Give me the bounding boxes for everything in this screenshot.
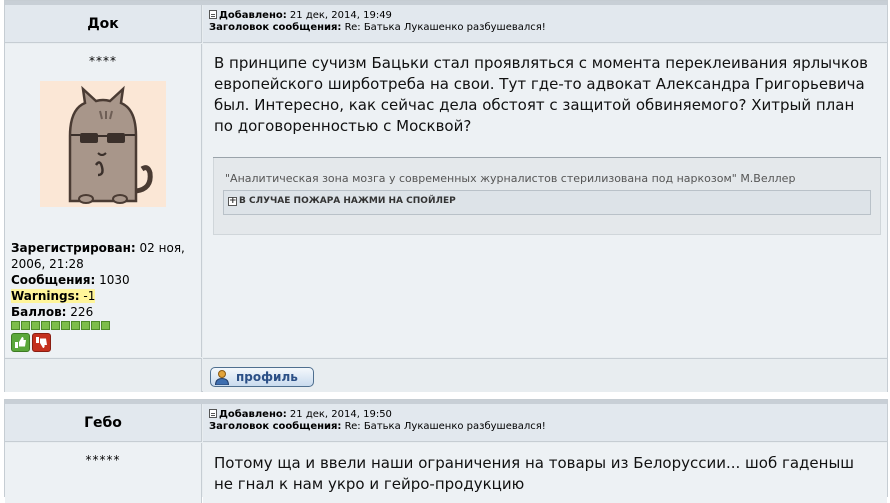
points-value: 226 [70,305,94,319]
subject-label: Заголовок сообщения: [209,421,342,432]
signature-quote: "Аналитическая зона мозга у современных … [225,172,796,185]
registered-label: Зарегистрирован: [11,241,136,255]
rating-pip [41,321,50,330]
warnings-row: Warnings: -1 [11,288,199,304]
author-name[interactable]: Гебо [84,415,122,431]
rating-pip [81,321,90,330]
author-info: Зарегистрирован: 02 ноя, 2006, 21:28 Соо… [11,240,199,352]
warnings-value: -1 [83,289,96,303]
spoiler-label: В СЛУЧАЕ ПОЖАРА НАЖМИ НА СПОЙЛЕР [239,196,456,206]
subject-label: Заголовок сообщения: [209,22,342,33]
post-author[interactable]: Док [5,5,202,43]
document-icon[interactable] [209,10,217,19]
rating-pip [71,321,80,330]
author-profile-panel: **** Зарегистрирован: 02 ноя, 2006, 21:2… [5,44,202,357]
messages-label: Сообщения: [11,273,96,287]
post-body: Потому ща и ввели наши ограничения на то… [214,454,855,493]
post-body: В принципе сучизм Бацьки стал проявлятьс… [214,54,869,135]
thumbs-down-icon[interactable] [32,333,51,352]
rating-pip [11,321,20,330]
post-meta: Добавлено: 21 дек, 2014, 19:49 Заголовок… [203,5,887,43]
rating-pip [21,321,30,330]
signature: "Аналитическая зона мозга у современных … [213,158,881,235]
thumbs-up-icon[interactable] [11,333,30,352]
rating-pip [51,321,60,330]
post-date-line: Добавлено: 21 дек, 2014, 19:50 [209,409,887,421]
document-icon[interactable] [209,409,217,418]
post-body-panel: В принципе сучизм Бацьки стал проявлятьс… [203,44,887,357]
warnings-highlight: Warnings: -1 [11,289,96,303]
post-author[interactable]: Гебо [5,404,202,442]
pusheen-avatar-icon [68,85,153,204]
post-footer-right: профиль [203,358,887,392]
rank-stars: **** [89,54,117,68]
profile-button[interactable]: профиль [210,367,314,387]
post-meta: Добавлено: 21 дек, 2014, 19:50 Заголовок… [203,404,887,442]
profile-button-label: профиль [236,370,298,384]
plus-box-icon[interactable]: + [228,197,237,206]
subject-value: Re: Батька Лукашенко разбушевался! [344,421,546,432]
added-value: 21 дек, 2014, 19:49 [289,10,392,21]
post-date-line: Добавлено: 21 дек, 2014, 19:49 [209,10,887,22]
author-name[interactable]: Док [87,16,119,32]
added-value: 21 дек, 2014, 19:50 [289,409,392,420]
points-row: Баллов: 226 [11,304,199,320]
forum-post: Док Добавлено: 21 дек, 2014, 19:49 Загол… [4,0,888,392]
rank-stars: ***** [85,453,121,467]
added-label: Добавлено: [219,10,287,21]
avatar [40,81,166,207]
added-label: Добавлено: [219,409,287,420]
messages-row: Сообщения: 1030 [11,272,199,288]
warnings-label: Warnings: [11,289,80,303]
post-footer-left [5,358,202,392]
subject-value: Re: Батька Лукашенко разбушевался! [344,22,546,33]
user-icon [214,370,230,385]
messages-value: 1030 [99,273,130,287]
rating-pip [61,321,70,330]
spoiler-toggle[interactable]: + В СЛУЧАЕ ПОЖАРА НАЖМИ НА СПОЙЛЕР [223,190,871,215]
rating-pip [91,321,100,330]
points-label: Баллов: [11,305,67,319]
author-profile-panel: ***** [5,443,202,503]
rating-pip [31,321,40,330]
post-subject-line: Заголовок сообщения: Re: Батька Лукашенк… [209,22,887,34]
thumbs-up-glyph [15,337,26,348]
rating-pips [11,321,199,330]
forum-post: Гебо Добавлено: 21 дек, 2014, 19:50 Заго… [4,399,888,503]
post-body-panel: Потому ща и ввели наши ограничения на то… [203,443,887,503]
vote-buttons [11,333,199,352]
post-subject-line: Заголовок сообщения: Re: Батька Лукашенк… [209,421,887,433]
thumbs-down-glyph [36,337,47,348]
registered-row: Зарегистрирован: 02 ноя, 2006, 21:28 [11,240,199,272]
rating-pip [101,321,110,330]
forum-page: Док Добавлено: 21 дек, 2014, 19:49 Загол… [0,0,890,503]
